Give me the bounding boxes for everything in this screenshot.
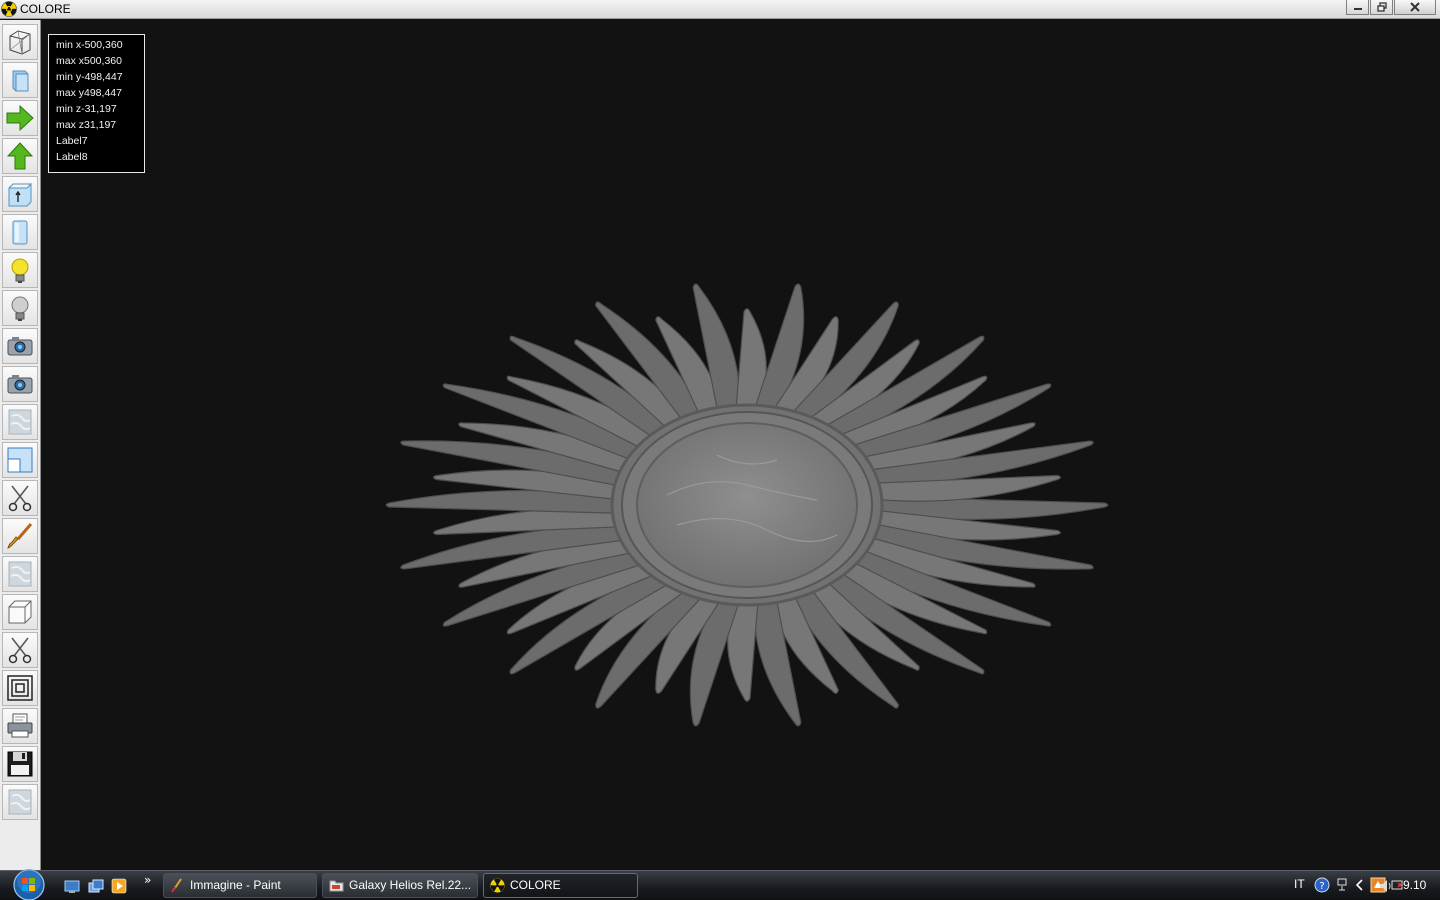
floppy-disk-icon xyxy=(7,751,33,777)
solid-view-button[interactable] xyxy=(2,62,38,98)
label8: Label8 xyxy=(56,151,88,163)
window-title: COLORE xyxy=(20,2,71,16)
texture-button-1[interactable] xyxy=(2,404,38,440)
texture-button-2[interactable] xyxy=(2,556,38,592)
restore-icon xyxy=(1376,2,1387,12)
close-icon xyxy=(1410,2,1420,12)
volume-icon[interactable] xyxy=(1378,878,1394,894)
scissors-icon xyxy=(8,485,32,512)
cube-icon xyxy=(8,600,32,624)
cylinder-icon xyxy=(12,220,28,245)
network-icon[interactable] xyxy=(1335,877,1351,893)
bounds-panel: min x-500,360 max x500,360 min y-498,447… xyxy=(48,34,145,173)
folder-icon xyxy=(329,880,344,892)
texture-icon xyxy=(8,789,32,815)
task-paint-label: Immagine - Paint xyxy=(190,878,281,892)
window-split-icon xyxy=(7,447,33,473)
minimize-button[interactable] xyxy=(1346,0,1369,15)
light-off-button[interactable] xyxy=(2,290,38,326)
radiation-icon xyxy=(1,1,17,17)
move-up-button[interactable] xyxy=(2,138,38,174)
printer-icon xyxy=(7,713,33,738)
title-bar: COLORE xyxy=(0,0,1440,19)
tool-palette xyxy=(0,20,41,870)
nested-squares-icon xyxy=(7,675,33,701)
paint-icon xyxy=(171,878,182,893)
frame-button[interactable] xyxy=(2,670,38,706)
cut-button-2[interactable] xyxy=(2,632,38,668)
3d-viewport[interactable]: min x-500,360 max x500,360 min y-498,447… xyxy=(42,20,1440,870)
light-bulb-off-icon xyxy=(11,296,29,321)
wireframe-button[interactable] xyxy=(2,24,38,60)
show-desktop-icon[interactable] xyxy=(64,878,80,894)
svg-text:?: ? xyxy=(1319,881,1324,892)
texture-button-3[interactable] xyxy=(2,784,38,820)
texture-icon xyxy=(8,409,32,435)
paint-brush-icon xyxy=(7,523,33,549)
camera-button-2[interactable] xyxy=(2,366,38,402)
restore-button[interactable] xyxy=(1370,0,1393,15)
help-icon[interactable]: ? xyxy=(1314,877,1330,893)
min-z-label: min z-31,197 xyxy=(56,103,117,115)
viewport-split-button[interactable] xyxy=(2,442,38,478)
paint-button[interactable] xyxy=(2,518,38,554)
start-button[interactable] xyxy=(8,868,50,900)
camera-button-1[interactable] xyxy=(2,328,38,364)
arrow-right-icon xyxy=(6,104,34,132)
max-z-label: max z31,197 xyxy=(56,119,117,131)
sun-mirror-model[interactable] xyxy=(382,215,1112,795)
clock[interactable]: 9.10 xyxy=(1403,878,1426,892)
camera-icon xyxy=(7,375,33,394)
save-button[interactable] xyxy=(2,746,38,782)
switch-windows-icon[interactable] xyxy=(88,878,104,894)
solid-block-icon xyxy=(12,70,29,92)
label7: Label7 xyxy=(56,135,88,147)
chevron-left-icon[interactable] xyxy=(1352,877,1368,893)
min-y-label: min y-498,447 xyxy=(56,71,123,83)
language-indicator[interactable]: IT xyxy=(1294,877,1305,891)
task-colore-label: COLORE xyxy=(510,878,561,892)
max-x-label: max x500,360 xyxy=(56,55,122,67)
cut-button-1[interactable] xyxy=(2,480,38,516)
minimize-icon xyxy=(1353,8,1362,10)
min-x-label: min x-500,360 xyxy=(56,39,123,51)
texture-icon xyxy=(8,561,32,587)
task-paint[interactable]: Immagine - Paint xyxy=(163,873,317,898)
light-bulb-on-icon xyxy=(11,258,29,283)
light-on-button[interactable] xyxy=(2,252,38,288)
taskbar: » Immagine - Paint Galaxy Helios Rel.22.… xyxy=(0,868,1440,900)
quick-launch-more-icon[interactable]: » xyxy=(144,873,151,887)
scissors-icon xyxy=(8,637,32,664)
task-colore[interactable]: COLORE xyxy=(483,873,638,898)
print-button[interactable] xyxy=(2,708,38,744)
box-button[interactable] xyxy=(2,594,38,630)
window-controls xyxy=(1345,0,1436,15)
arrow-up-icon xyxy=(6,142,34,170)
camera-icon xyxy=(7,337,33,356)
system-tray: IT ? 9.10 xyxy=(1240,871,1440,900)
box-arrow-up-icon xyxy=(8,182,32,207)
move-right-button[interactable] xyxy=(2,100,38,136)
cylinder-button[interactable] xyxy=(2,214,38,250)
max-y-label: max y498,447 xyxy=(56,87,122,99)
task-galaxy-helios-label: Galaxy Helios Rel.22... xyxy=(349,878,472,892)
wireframe-cube-icon xyxy=(9,30,31,55)
radiation-icon xyxy=(490,878,505,893)
close-button[interactable] xyxy=(1394,0,1436,15)
extrude-button[interactable] xyxy=(2,176,38,212)
task-galaxy-helios[interactable]: Galaxy Helios Rel.22... xyxy=(322,873,478,898)
media-player-icon[interactable] xyxy=(111,878,127,894)
